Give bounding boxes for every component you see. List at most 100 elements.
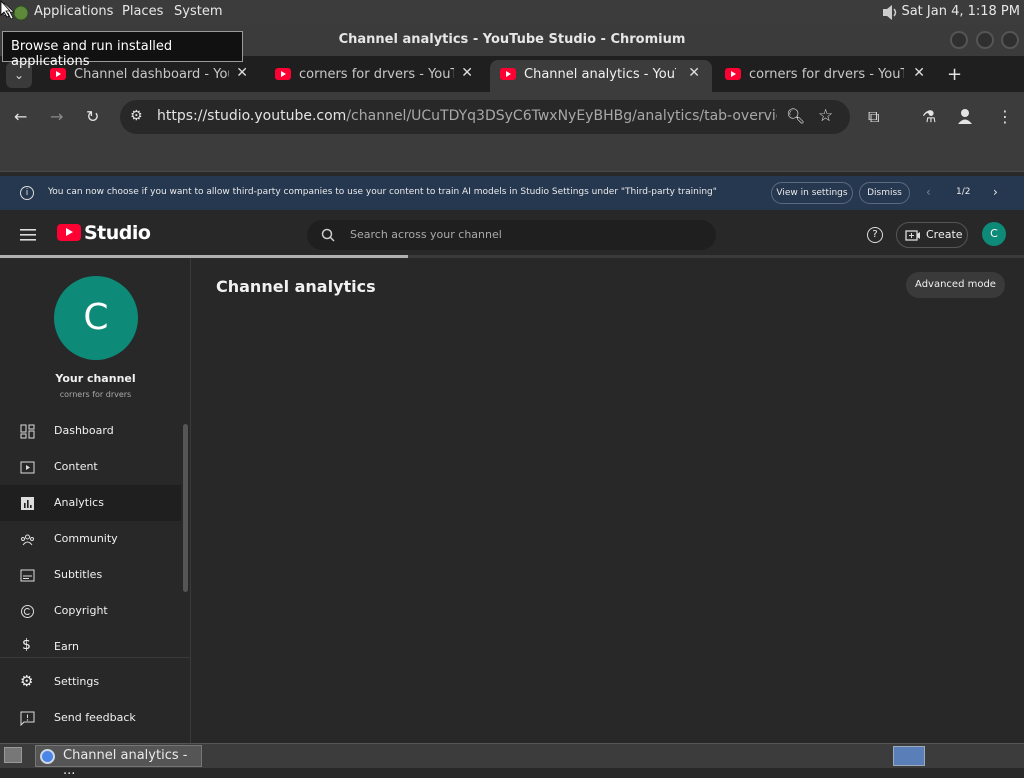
search-placeholder: Search across your channel xyxy=(350,228,502,241)
zoom-icon[interactable]: 🔍︎ xyxy=(786,107,805,125)
taskbar-window-button[interactable]: Channel analytics - ... xyxy=(35,745,202,778)
workspace-switcher[interactable] xyxy=(893,746,925,766)
forward-icon[interactable]: → xyxy=(50,107,63,126)
banner-message: You can now choose if you want to allow … xyxy=(48,187,717,197)
youtube-logo-icon[interactable] xyxy=(57,224,81,241)
site-info-icon[interactable]: ⚙ xyxy=(130,108,143,124)
help-icon[interactable]: ? xyxy=(867,227,883,243)
sidebar-item-settings[interactable]: ⚙ Settings xyxy=(0,664,181,700)
sidebar-scrollbar[interactable] xyxy=(183,424,188,592)
system-menu[interactable]: System xyxy=(174,4,222,19)
content-icon xyxy=(20,461,35,474)
dismiss-button[interactable]: Dismiss xyxy=(859,182,910,204)
sidebar-item-community[interactable]: Community xyxy=(0,521,181,557)
feedback-icon xyxy=(20,711,35,726)
tab-label: Channel dashboard - YouTube Studio xyxy=(74,67,229,82)
channel-name: corners for drvers xyxy=(59,390,132,399)
youtube-favicon-icon xyxy=(500,68,516,80)
tab-corners-for-drvers[interactable]: corners for drvers - YouTube ✕ xyxy=(265,60,485,92)
reload-icon[interactable]: ↻ xyxy=(86,107,99,126)
search-icon xyxy=(321,228,335,242)
top-panel: Applications Places System Sat Jan 4, 1:… xyxy=(0,0,1024,25)
hamburger-menu-icon[interactable] xyxy=(20,228,36,241)
channel-search-input[interactable]: Search across your channel xyxy=(307,220,716,250)
tab-label: corners for drvers - YouTube xyxy=(749,67,904,82)
create-label: Create xyxy=(926,228,963,241)
close-tab-icon[interactable]: ✕ xyxy=(236,65,248,81)
youtube-favicon-icon xyxy=(50,68,66,80)
info-icon: i xyxy=(20,186,34,200)
profile-icon[interactable] xyxy=(957,108,973,124)
your-channel-label: Your channel xyxy=(55,372,136,385)
banner-pager: 1/2 xyxy=(956,187,971,197)
sidebar-item-label: Dashboard xyxy=(54,424,114,437)
labs-flask-icon[interactable]: ⚗ xyxy=(922,107,936,126)
places-menu[interactable]: Places xyxy=(122,4,163,19)
applications-menu[interactable]: Applications xyxy=(34,4,113,19)
next-page-icon[interactable]: › xyxy=(993,185,998,199)
community-icon xyxy=(21,534,34,546)
info-banner: i You can now choose if you want to allo… xyxy=(0,176,1024,210)
url-text[interactable]: https://studio.youtube.com/channel/UCuTD… xyxy=(157,108,777,124)
url-host: https://studio.youtube.com xyxy=(157,108,347,124)
sidebar-item-send-feedback[interactable]: Send feedback xyxy=(0,700,181,736)
sidebar-item-label: Content xyxy=(54,460,98,473)
bookmark-bar xyxy=(0,142,1024,172)
maximize-button[interactable] xyxy=(976,31,994,49)
sidebar-item-label: Send feedback xyxy=(54,711,136,724)
earn-icon: $ xyxy=(22,637,31,653)
taskbar-window-label: Channel analytics - ... xyxy=(63,748,188,778)
analytics-icon xyxy=(21,497,34,510)
close-window-button[interactable] xyxy=(1001,31,1019,49)
volume-icon[interactable] xyxy=(880,3,900,22)
page-title: Channel analytics xyxy=(216,277,376,296)
sidebar-item-label: Subtitles xyxy=(54,568,103,581)
account-avatar[interactable]: C xyxy=(982,222,1006,246)
show-desktop-icon[interactable] xyxy=(4,747,22,763)
close-tab-icon[interactable]: ✕ xyxy=(913,65,925,81)
sidebar-divider xyxy=(0,657,191,658)
mouse-cursor-icon xyxy=(0,0,11,18)
extensions-icon[interactable]: ⧉ xyxy=(868,107,879,127)
sidebar-item-content[interactable]: Content xyxy=(0,449,181,485)
tab-label: corners for drvers - YouTube xyxy=(299,67,454,82)
close-tab-icon[interactable]: ✕ xyxy=(688,65,700,81)
channel-avatar[interactable]: C xyxy=(54,276,138,360)
sidebar-item-dashboard[interactable]: Dashboard xyxy=(0,413,181,449)
dashboard-icon xyxy=(20,424,35,439)
sidebar-item-label: Community xyxy=(54,532,118,545)
advanced-mode-button[interactable]: Advanced mode xyxy=(906,272,1005,298)
clock[interactable]: Sat Jan 4, 1:18 PM xyxy=(901,4,1020,19)
chromium-icon xyxy=(40,749,55,764)
url-path: /channel/UCuTDYq3DSyC6TwxNyEyBHBg/analyt… xyxy=(346,108,777,124)
sidebar-item-subtitles[interactable]: Subtitles xyxy=(0,557,181,593)
close-tab-icon[interactable]: ✕ xyxy=(461,65,473,81)
address-bar[interactable]: ⚙ https://studio.youtube.com/channel/UCu… xyxy=(120,100,850,134)
sidebar-item-analytics[interactable]: Analytics xyxy=(0,485,181,521)
sidebar-item-earn[interactable]: $ Earn xyxy=(0,629,181,665)
minimize-button[interactable] xyxy=(950,31,968,49)
tab-label: Channel analytics - YouTube Studio xyxy=(524,67,676,82)
sidebar-item-label: Copyright xyxy=(54,604,108,617)
gear-icon: ⚙ xyxy=(20,672,34,690)
create-video-icon xyxy=(905,230,920,241)
tab-corners-for-drvers-2[interactable]: corners for drvers - YouTube ✕ xyxy=(715,60,937,92)
tab-channel-analytics[interactable]: Channel analytics - YouTube Studio ✕ xyxy=(490,60,712,92)
new-tab-icon[interactable]: + xyxy=(947,64,962,85)
bookmark-star-icon[interactable]: ☆ xyxy=(818,106,833,126)
menu-kebab-icon[interactable]: ⋮ xyxy=(997,107,1013,126)
back-icon[interactable]: ← xyxy=(14,107,27,126)
youtube-favicon-icon xyxy=(275,68,291,80)
subtitles-icon xyxy=(20,569,35,582)
studio-logo-text[interactable]: Studio xyxy=(84,222,151,244)
youtube-favicon-icon xyxy=(725,68,741,80)
sidebar-item-label: Earn xyxy=(54,640,79,653)
sidebar-item-label: Analytics xyxy=(54,496,104,509)
create-button[interactable]: Create xyxy=(896,222,968,248)
tooltip: Browse and run installed applications xyxy=(2,31,243,69)
sidebar-item-label: Settings xyxy=(54,675,100,688)
sidebar-item-copyright[interactable]: Copyright xyxy=(0,593,181,629)
copyright-icon xyxy=(21,605,34,618)
view-in-settings-button[interactable]: View in settings xyxy=(771,182,853,204)
prev-page-icon[interactable]: ‹ xyxy=(926,185,931,199)
